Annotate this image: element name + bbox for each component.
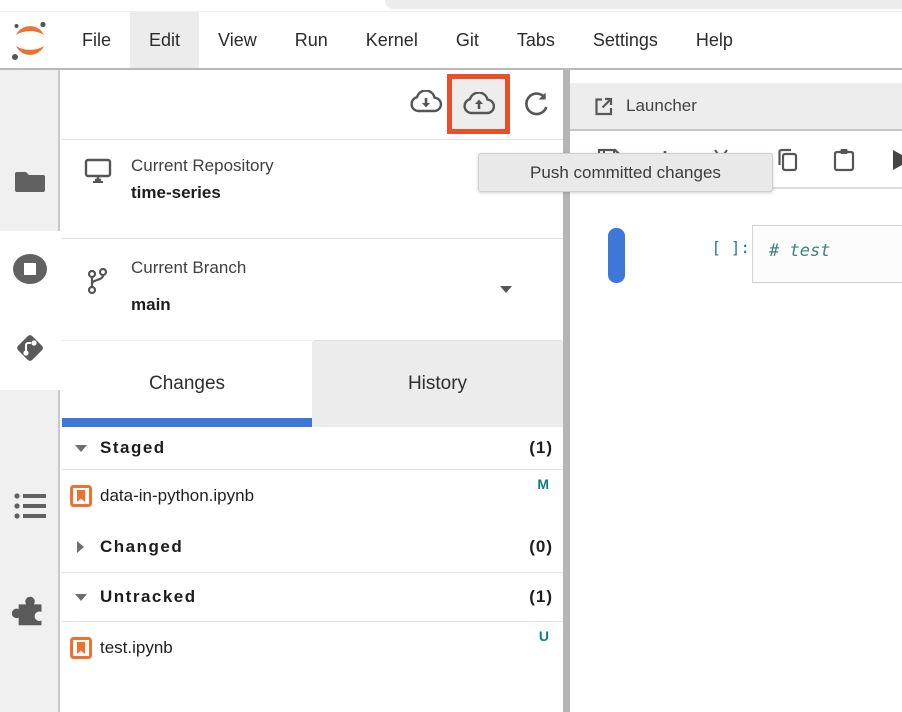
paste-icon[interactable] — [831, 147, 857, 173]
urlbar-bottom-edge — [385, 0, 902, 9]
file-name: test.ipynb — [100, 638, 173, 658]
menu-file[interactable]: File — [63, 12, 130, 68]
menu-settings[interactable]: Settings — [574, 12, 677, 68]
branch-icon — [86, 266, 110, 301]
tab-launcher[interactable]: Launcher — [592, 83, 697, 129]
run-icon[interactable] — [889, 147, 902, 173]
section-staged-count: (1) — [529, 438, 553, 458]
browser-chrome-strip — [0, 0, 902, 12]
git-icon[interactable] — [0, 330, 60, 366]
menu-items: File Edit View Run Kernel Git Tabs Setti… — [63, 12, 752, 68]
notebook-file-icon — [70, 485, 92, 512]
current-branch-value: main — [131, 295, 171, 315]
git-panel-toolbar — [62, 70, 563, 140]
cell-code-editor[interactable]: # test — [752, 225, 902, 283]
menu-view[interactable]: View — [199, 12, 276, 68]
launcher-icon — [592, 95, 615, 118]
file-browser-icon[interactable] — [0, 167, 60, 195]
annotation-highlight-box — [447, 74, 510, 134]
jupyterlab-window: File Edit View Run Kernel Git Tabs Setti… — [0, 0, 902, 712]
repository-icon — [84, 158, 112, 189]
running-kernels-icon[interactable] — [0, 253, 60, 285]
file-row-untracked[interactable]: test.ipynb U — [62, 622, 563, 674]
current-repository-value: time-series — [131, 183, 221, 203]
git-panel-tabs: Changes History — [62, 340, 563, 427]
notebook-file-icon — [70, 637, 92, 664]
file-row-staged[interactable]: data-in-python.ipynb M — [62, 470, 563, 522]
current-repository-label: Current Repository — [131, 156, 274, 176]
cell-code-text: # test — [769, 241, 830, 261]
dock-tab-bar: Launcher — [570, 83, 902, 131]
menu-run[interactable]: Run — [276, 12, 347, 68]
tab-changes-label: Changes — [149, 373, 225, 395]
active-cell-collapser[interactable] — [608, 228, 625, 283]
copy-icon[interactable] — [775, 147, 801, 173]
cell-prompt: [ ]: — [660, 238, 750, 257]
jupyter-logo-icon — [8, 19, 52, 63]
menu-help[interactable]: Help — [677, 12, 752, 68]
section-changed[interactable]: Changed (0) — [62, 522, 563, 573]
activity-sidebar — [0, 70, 60, 712]
collapse-caret-icon[interactable] — [75, 594, 87, 601]
collapse-caret-icon[interactable] — [75, 445, 87, 452]
section-staged[interactable]: Staged (1) — [62, 427, 563, 470]
section-untracked-title: Untracked — [100, 587, 197, 607]
branch-dropdown-caret[interactable] — [500, 286, 512, 293]
active-tab-underline — [62, 418, 312, 427]
refresh-button[interactable] — [521, 90, 551, 120]
menubar: File Edit View Run Kernel Git Tabs Setti… — [0, 12, 902, 70]
table-of-contents-icon[interactable] — [0, 491, 60, 521]
file-name: data-in-python.ipynb — [100, 486, 254, 506]
current-branch-label: Current Branch — [131, 258, 246, 278]
divider — [62, 238, 563, 239]
extension-manager-icon[interactable] — [0, 592, 60, 628]
section-changed-title: Changed — [100, 537, 183, 557]
menu-edit[interactable]: Edit — [130, 12, 199, 68]
section-staged-title: Staged — [100, 438, 166, 458]
tab-history-label: History — [408, 373, 467, 395]
menu-kernel[interactable]: Kernel — [347, 12, 437, 68]
tab-changes[interactable]: Changes — [62, 340, 312, 427]
pull-changes-button[interactable] — [409, 90, 439, 120]
tab-history[interactable]: History — [312, 340, 563, 427]
file-status-badge: U — [539, 628, 549, 644]
tab-launcher-label: Launcher — [626, 96, 697, 116]
section-untracked[interactable]: Untracked (1) — [62, 573, 563, 622]
menu-git[interactable]: Git — [437, 12, 498, 68]
section-changed-count: (0) — [529, 537, 553, 557]
menu-tabs[interactable]: Tabs — [498, 12, 574, 68]
file-status-badge: M — [537, 476, 549, 492]
section-untracked-count: (1) — [529, 587, 553, 607]
collapsed-caret-icon[interactable] — [77, 541, 84, 553]
push-tooltip: Push committed changes — [478, 153, 773, 192]
